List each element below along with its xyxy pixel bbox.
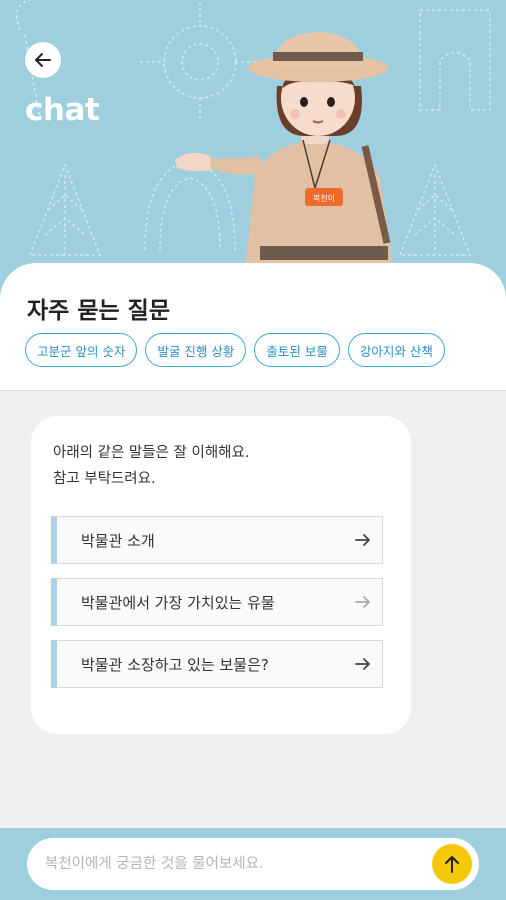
bot-message-line: 아래의 같은 말들은 잘 이해해요.: [53, 445, 250, 461]
faq-chip-list: 고분군 앞의 숫자 발굴 진행 상황 출토된 보물 강아지와 산책: [25, 333, 445, 367]
bot-message-text: 아래의 같은 말들은 잘 이해해요. 참고 부탁드려요.: [53, 440, 249, 492]
faq-title: 자주 묻는 질문: [27, 298, 170, 324]
arrow-right-icon: [355, 596, 370, 608]
suggestion-option[interactable]: 박물관에서 가장 가치있는 유물: [51, 578, 383, 626]
message-input[interactable]: [27, 838, 479, 890]
bot-message-bubble: 아래의 같은 말들은 잘 이해해요. 참고 부탁드려요. 박물관 소개 박물관에…: [31, 416, 411, 734]
suggestion-label: 박물관 소개: [81, 531, 155, 550]
faq-panel: 자주 묻는 질문 고분군 앞의 숫자 발굴 진행 상황 출토된 보물 강아지와 …: [0, 263, 506, 391]
send-button[interactable]: [432, 844, 472, 884]
suggestion-label: 박물관에서 가장 가치있는 유물: [81, 593, 275, 612]
faq-chip[interactable]: 강아지와 산책: [347, 333, 445, 367]
arrow-up-icon: [445, 856, 459, 873]
arrow-right-icon: [355, 534, 370, 546]
suggestion-option[interactable]: 박물관 소개: [51, 516, 383, 564]
faq-chip[interactable]: 발굴 진행 상황: [145, 333, 247, 367]
bot-message-line: 참고 부탁드려요.: [53, 471, 156, 487]
page-title: chat: [25, 92, 100, 128]
guide-character-illustration: 복천이: [175, 32, 393, 268]
arrow-right-icon: [355, 658, 370, 670]
arrow-left-icon: [35, 53, 51, 67]
faq-chip[interactable]: 출토된 보물: [254, 333, 340, 367]
badge-text: 복천이: [313, 193, 335, 203]
back-button[interactable]: [25, 42, 61, 78]
faq-chip[interactable]: 고분군 앞의 숫자: [25, 333, 138, 367]
message-input-bar: [0, 828, 506, 900]
suggestion-label: 박물관 소장하고 있는 보물은?: [81, 655, 269, 674]
suggestion-option[interactable]: 박물관 소장하고 있는 보물은?: [51, 640, 383, 688]
chat-header: chat 복천이: [0, 0, 506, 300]
